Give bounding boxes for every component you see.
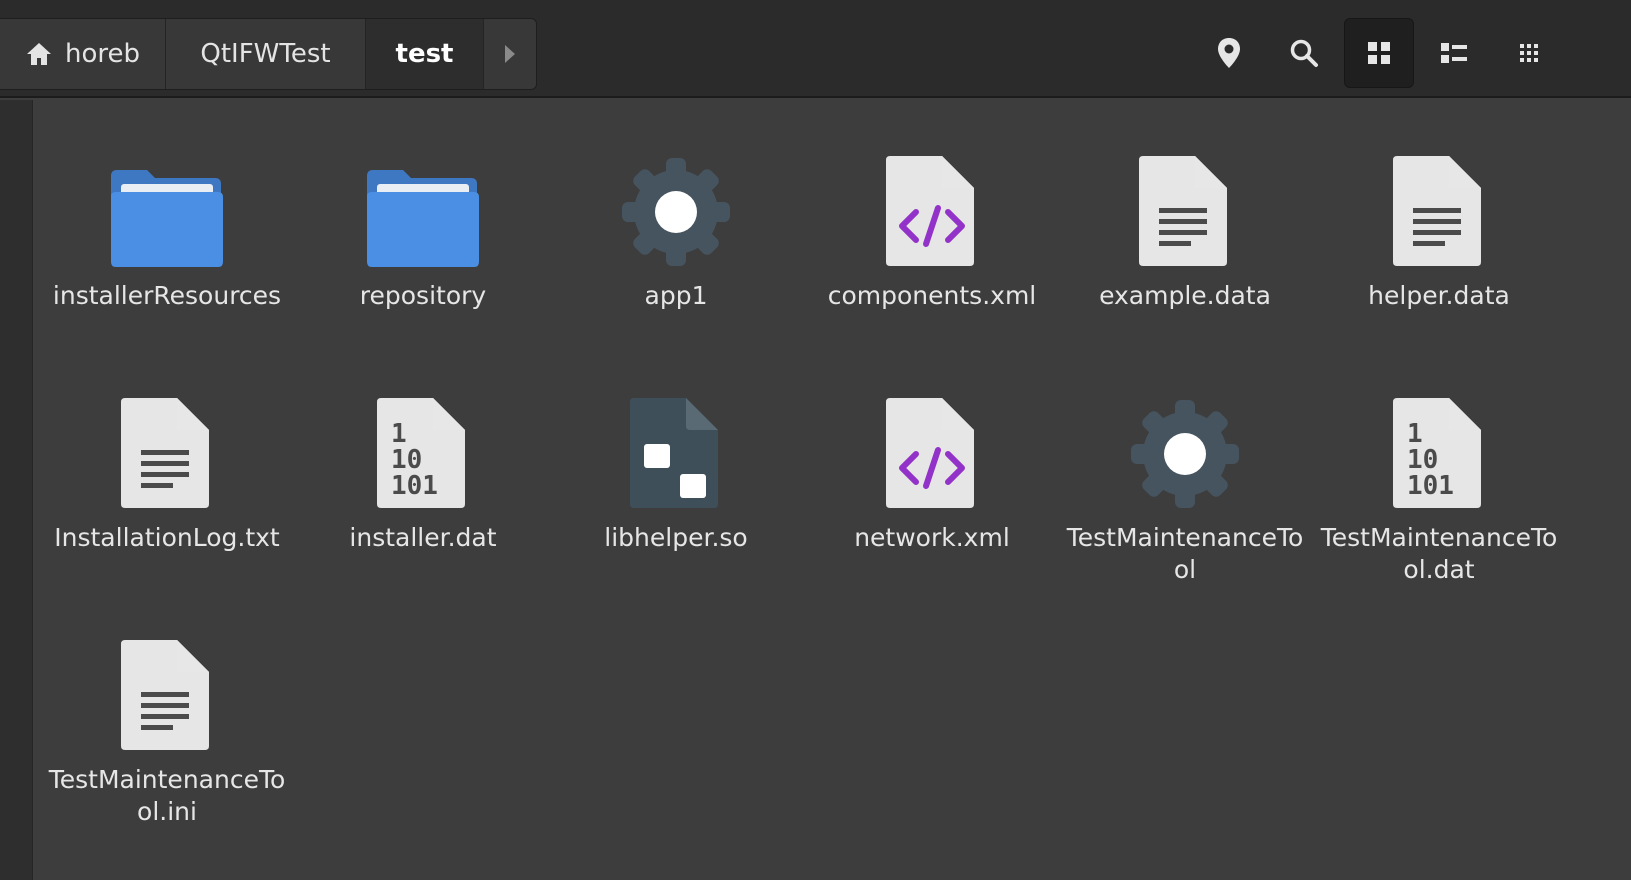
breadcrumb-qtifwtest[interactable]: QtIFWTest (166, 19, 366, 89)
file-name-label: installer.dat (349, 523, 497, 552)
file-name-label: TestMaintenanceTool.dat (1320, 523, 1558, 584)
code-file-icon (800, 370, 1064, 510)
svg-text:101: 101 (1407, 471, 1454, 501)
file-name-label: components.xml (827, 281, 1037, 310)
search-icon (1290, 39, 1318, 67)
svg-text:101: 101 (391, 471, 438, 501)
file-item[interactable]: 1 10 101 TestMaintenanceTool.dat (1307, 370, 1571, 610)
breadcrumb-home-label: horeb (64, 39, 140, 69)
breadcrumb-current-label: test (395, 39, 454, 69)
file-item[interactable]: helper.data (1307, 128, 1571, 368)
breadcrumb-qtifwtest-label: QtIFWTest (200, 39, 331, 69)
file-item[interactable]: network.xml (800, 370, 1064, 610)
list-view-button[interactable] (1419, 18, 1489, 88)
file-name-label: repository (359, 281, 487, 310)
text-file-icon (35, 370, 299, 510)
text-file-icon (1053, 128, 1317, 268)
library-file-icon (544, 370, 808, 510)
file-name-label: InstallationLog.txt (54, 523, 280, 552)
breadcrumb-forward-button[interactable] (484, 19, 536, 89)
text-file-icon (1307, 128, 1571, 268)
file-name-label: example.data (1099, 281, 1271, 310)
file-item[interactable]: app1 (544, 128, 808, 368)
file-item[interactable]: installerResources (35, 128, 299, 368)
menu-grid-icon (1520, 44, 1538, 62)
file-name-label: TestMaintenanceTool (1066, 523, 1304, 584)
map-pin-icon (1218, 38, 1240, 68)
file-name-label: helper.data (1368, 281, 1510, 310)
file-item[interactable]: TestMaintenanceTool.ini (35, 612, 299, 852)
code-file-icon (800, 128, 1064, 268)
breadcrumb-current[interactable]: test (366, 19, 484, 89)
file-name-label: libhelper.so (604, 523, 748, 552)
location-button[interactable] (1194, 18, 1264, 88)
search-button[interactable] (1269, 18, 1339, 88)
folder-icon (291, 128, 555, 268)
file-name-label: app1 (644, 281, 708, 310)
file-name-label: TestMaintenanceTool.ini (48, 765, 286, 826)
breadcrumb-home[interactable]: horeb (0, 19, 166, 89)
file-item[interactable]: repository (291, 128, 555, 368)
text-file-icon (35, 612, 299, 752)
executable-gear-icon (1053, 370, 1317, 510)
sidebar-edge[interactable] (0, 100, 33, 880)
binary-file-icon: 1 10 101 (291, 370, 555, 510)
home-icon (26, 43, 51, 65)
menu-button[interactable] (1494, 18, 1564, 88)
file-item[interactable]: 1 10 101 installer.dat (291, 370, 555, 610)
header-bar: horeb QtIFWTest test (0, 0, 1631, 98)
file-item[interactable]: components.xml (800, 128, 1064, 368)
grid-view-button[interactable] (1344, 18, 1414, 88)
file-item[interactable]: TestMaintenanceTool (1053, 370, 1317, 610)
grid-view-icon (1368, 42, 1390, 64)
list-view-icon (1441, 43, 1467, 63)
file-item[interactable]: example.data (1053, 128, 1317, 368)
binary-file-icon: 1 10 101 (1307, 370, 1571, 510)
chevron-right-icon (505, 45, 515, 63)
folder-icon (35, 128, 299, 268)
file-item[interactable]: libhelper.so (544, 370, 808, 610)
breadcrumb: horeb QtIFWTest test (0, 18, 537, 90)
file-item[interactable]: InstallationLog.txt (35, 370, 299, 610)
file-name-label: installerResources (52, 281, 282, 310)
executable-gear-icon (544, 128, 808, 268)
file-name-label: network.xml (854, 523, 1010, 552)
